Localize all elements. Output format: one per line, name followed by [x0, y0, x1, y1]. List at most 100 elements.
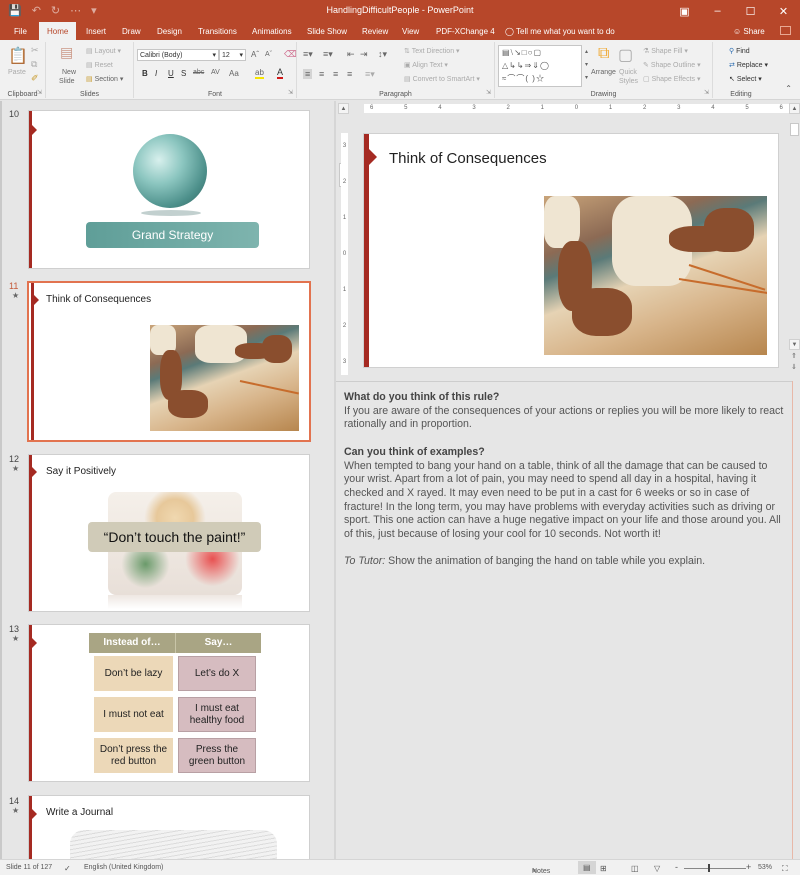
bold-button[interactable]: B	[142, 69, 148, 78]
align-center-icon[interactable]: ≡	[319, 69, 324, 79]
current-slide[interactable]: Think of Consequences	[363, 133, 779, 368]
tab-file[interactable]: File	[8, 22, 33, 40]
arrange-button[interactable]: Arrange	[591, 69, 616, 76]
cut-icon[interactable]: ✂	[31, 45, 39, 56]
previous-slide-icon[interactable]: ⇑	[791, 352, 797, 360]
numbering-icon[interactable]: ≡▾	[323, 49, 333, 60]
reading-view-icon[interactable]: ◫	[631, 864, 639, 873]
minimize-button[interactable]: –	[701, 0, 734, 22]
shapes-gallery[interactable]: ▤⧵↘□○▢ △↳↳⇒⇓◯ ≈⌒⌒( )☆	[498, 45, 582, 87]
paste-icon[interactable]: 📋	[8, 46, 28, 66]
scroll-up-icon[interactable]: ▲	[338, 103, 349, 114]
scroll-down-icon[interactable]: ▼	[789, 339, 800, 350]
slide-scrollbar[interactable]: ▲ ▼ ⇑ ⇓	[789, 101, 800, 381]
slide-thumbnail-12[interactable]: Say it Positively “Don’t touch the paint…	[28, 454, 310, 612]
line-spacing-icon[interactable]: ↕▾	[378, 49, 387, 60]
share-button[interactable]: ☺ Share	[733, 22, 765, 41]
shape-fill-button[interactable]: ⚗ Shape Fill ▾	[643, 47, 688, 55]
font-size-dropdown[interactable]: 12 ▾	[219, 49, 246, 61]
italic-button[interactable]: I	[155, 69, 157, 78]
clipboard-launcher-icon[interactable]: ⇲	[37, 89, 42, 96]
section-button[interactable]: ▤ Section ▾	[86, 75, 123, 83]
font-color-icon[interactable]: A	[277, 67, 284, 79]
tab-view[interactable]: View	[396, 22, 425, 40]
increase-indent-icon[interactable]: ⇥	[360, 49, 368, 60]
scroll-up-icon[interactable]: ▲	[789, 103, 800, 114]
new-slide-label[interactable]: Slide	[59, 78, 75, 85]
paste-button[interactable]: Paste	[8, 69, 26, 76]
slide-counter[interactable]: Slide 11 of 127	[6, 864, 52, 871]
align-left-icon[interactable]: ≡	[303, 69, 313, 79]
zoom-level[interactable]: 53%	[758, 864, 772, 871]
maximize-button[interactable]: ☐	[734, 0, 767, 22]
reset-button[interactable]: ▤ Reset	[86, 61, 113, 69]
slide-show-icon[interactable]: ▽	[654, 864, 660, 873]
slide-sorter-icon[interactable]: ⊞	[600, 864, 607, 873]
quick-styles-label[interactable]: Styles	[619, 78, 638, 85]
columns-icon[interactable]: ≡▾	[365, 69, 375, 80]
spell-check-icon[interactable]: ✓	[64, 864, 71, 873]
find-button[interactable]: ⚲ Find	[729, 47, 750, 55]
zoom-slider-handle[interactable]	[708, 864, 710, 872]
drawing-launcher-icon[interactable]: ⇲	[704, 89, 709, 96]
quick-styles-icon[interactable]: ▢	[618, 45, 633, 65]
new-slide-button[interactable]: New	[62, 69, 76, 76]
new-slide-icon[interactable]: ▤	[60, 44, 73, 61]
format-painter-icon[interactable]: ✐	[31, 73, 39, 84]
shape-outline-button[interactable]: ✎ Shape Outline ▾	[643, 61, 701, 69]
tab-animations[interactable]: Animations	[246, 22, 298, 40]
paragraph-launcher-icon[interactable]: ⇲	[486, 89, 491, 96]
text-direction-button[interactable]: ⇅ Text Direction ▾	[404, 47, 460, 55]
strikethrough-button[interactable]: abc	[193, 69, 204, 76]
decrease-font-size-icon[interactable]: Aˇ	[265, 51, 272, 58]
tab-transitions[interactable]: Transitions	[192, 22, 243, 40]
slide-thumbnail-10[interactable]: Grand Strategy	[28, 110, 310, 269]
highlight-color-icon[interactable]: ab	[255, 68, 264, 79]
quick-styles-button[interactable]: Quick	[619, 69, 637, 76]
change-case-button[interactable]: Aa	[229, 69, 239, 78]
fit-slide-icon[interactable]: ⛶	[782, 864, 788, 874]
copy-icon[interactable]: ⧉	[31, 59, 37, 70]
replace-button[interactable]: ⇄ Replace ▾	[729, 61, 768, 69]
font-launcher-icon[interactable]: ⇲	[288, 89, 293, 96]
notes-pane[interactable]: What do you think of this rule? If you ar…	[336, 381, 792, 859]
tab-insert[interactable]: Insert	[80, 22, 112, 40]
slide-title[interactable]: Think of Consequences	[389, 150, 547, 167]
arrange-icon[interactable]: ⧉	[598, 45, 609, 63]
normal-view-icon[interactable]: ▤	[578, 861, 596, 874]
tab-pdf-xchange[interactable]: PDF-XChange 4	[430, 22, 501, 40]
convert-smartart-button[interactable]: ▤ Convert to SmartArt ▾	[404, 75, 480, 83]
bullets-icon[interactable]: ≡▾	[303, 49, 313, 60]
slide-thumbnail-13[interactable]: Instead of… Say… Don’t be lazy Let’s do …	[28, 624, 310, 782]
slide-thumbnail-11[interactable]: Think of Consequences	[27, 281, 311, 442]
zoom-out-button[interactable]: -	[675, 862, 678, 872]
close-button[interactable]: ✕	[767, 0, 800, 22]
align-text-button[interactable]: ▣ Align Text ▾	[404, 61, 448, 69]
shadow-button[interactable]: S	[181, 69, 186, 78]
comments-icon[interactable]	[780, 26, 791, 35]
character-spacing-button[interactable]: AV	[211, 69, 220, 76]
slide-thumbnail-14[interactable]: Write a Journal	[28, 795, 310, 859]
zoom-slider[interactable]	[684, 868, 746, 869]
next-slide-icon[interactable]: ⇓	[791, 363, 797, 371]
fist-on-table-image[interactable]	[544, 196, 767, 355]
ribbon-display-icon[interactable]: ▣	[668, 0, 701, 22]
tab-design[interactable]: Design	[151, 22, 188, 40]
justify-icon[interactable]: ≡	[347, 69, 352, 79]
shape-effects-button[interactable]: ▢ Shape Effects ▾	[643, 75, 701, 83]
font-name-dropdown[interactable]: Calibri (Body) ▾	[137, 49, 219, 61]
tab-draw[interactable]: Draw	[116, 22, 147, 40]
language-indicator[interactable]: English (United Kingdom)	[84, 864, 163, 871]
underline-button[interactable]: U	[168, 69, 174, 78]
tab-slide-show[interactable]: Slide Show	[301, 22, 353, 40]
tab-home[interactable]: Home	[39, 22, 77, 40]
clear-formatting-icon[interactable]: ⌫	[284, 49, 297, 60]
select-button[interactable]: ↖ Select ▾	[729, 75, 762, 83]
increase-font-size-icon[interactable]: Aˆ	[251, 50, 259, 59]
scroll-thumb[interactable]	[790, 123, 799, 136]
align-right-icon[interactable]: ≡	[333, 69, 338, 79]
collapse-ribbon-icon[interactable]: ⌃	[785, 84, 792, 93]
tell-me-search[interactable]: ◯ Tell me what you want to do	[505, 22, 615, 41]
decrease-indent-icon[interactable]: ⇤	[347, 49, 355, 60]
tab-review[interactable]: Review	[356, 22, 394, 40]
